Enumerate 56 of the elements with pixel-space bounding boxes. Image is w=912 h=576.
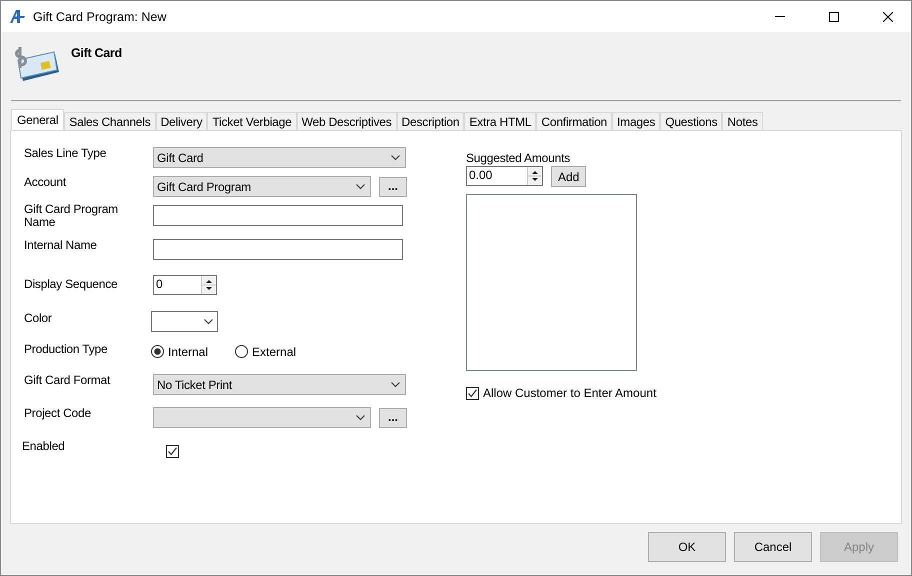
field-label: Gift Card Format bbox=[24, 374, 112, 389]
tab[interactable]: Confirmation bbox=[536, 112, 612, 130]
close-icon bbox=[883, 12, 893, 22]
field-label: Gift Card Program Name bbox=[24, 203, 119, 231]
radio-button[interactable] bbox=[151, 345, 164, 358]
tab[interactable]: Images bbox=[612, 112, 660, 130]
chevron-down-icon bbox=[391, 154, 400, 160]
dropdown[interactable]: Gift Card Program bbox=[153, 176, 371, 197]
tab[interactable]: Questions bbox=[660, 112, 722, 130]
tab[interactable]: General bbox=[11, 109, 64, 130]
tab[interactable]: Web Descriptives bbox=[296, 112, 397, 130]
radio-button[interactable] bbox=[235, 345, 248, 358]
field-label: Color bbox=[24, 312, 53, 327]
spinner-arrows-icon[interactable] bbox=[527, 167, 542, 185]
window-title: Gift Card Program: New bbox=[33, 10, 168, 24]
field-label: Sales Line Type bbox=[24, 147, 108, 162]
browse-button[interactable]: ... bbox=[379, 408, 407, 428]
number-field[interactable]: 0 bbox=[153, 274, 217, 294]
field-label: Account bbox=[24, 176, 68, 191]
chevron-down-icon bbox=[204, 318, 213, 324]
tab[interactable]: Ticket Verbiage bbox=[207, 112, 297, 130]
dialog-button[interactable]: Cancel bbox=[734, 532, 812, 562]
app-logo-icon bbox=[10, 10, 25, 23]
maximize-icon bbox=[829, 12, 839, 22]
browse-button[interactable]: ... bbox=[379, 176, 407, 196]
field-label: Display Sequence bbox=[24, 278, 119, 293]
field-label: Suggested Amounts bbox=[466, 151, 572, 165]
dialog-button[interactable]: OK bbox=[648, 532, 726, 562]
chevron-down-icon bbox=[356, 184, 365, 190]
tab[interactable]: Extra HTML bbox=[464, 112, 536, 130]
dropdown[interactable]: No Ticket Print bbox=[153, 374, 406, 395]
checkbox[interactable] bbox=[466, 386, 479, 400]
color-dropdown[interactable] bbox=[151, 311, 218, 332]
chevron-down-icon bbox=[391, 382, 400, 388]
radio-label[interactable]: External bbox=[252, 344, 296, 358]
radio-label[interactable]: Internal bbox=[168, 344, 208, 358]
add-button[interactable]: Add bbox=[551, 166, 586, 187]
checkbox[interactable] bbox=[166, 445, 179, 458]
tab[interactable]: Sales Channels bbox=[64, 112, 156, 130]
minimize-icon bbox=[775, 16, 785, 17]
text-field[interactable] bbox=[153, 205, 403, 226]
checkbox-label[interactable]: Allow Customer to Enter Amount bbox=[483, 386, 656, 400]
field-label: Production Type bbox=[24, 343, 109, 358]
tab[interactable]: Delivery bbox=[156, 112, 208, 130]
amounts-list[interactable] bbox=[466, 194, 637, 371]
amount-field[interactable]: 0.00 bbox=[466, 166, 543, 186]
dropdown[interactable]: Gift Card bbox=[153, 147, 406, 168]
spinner-arrows-icon[interactable] bbox=[201, 276, 216, 294]
tab[interactable]: Description bbox=[396, 112, 464, 130]
field-label: Enabled bbox=[22, 440, 66, 455]
field-label: Project Code bbox=[24, 407, 92, 422]
chevron-down-icon bbox=[356, 414, 365, 420]
tab[interactable]: Notes bbox=[722, 112, 763, 130]
field-label: Internal Name bbox=[24, 239, 98, 254]
header-title: Gift Card bbox=[71, 46, 122, 60]
text-field[interactable] bbox=[153, 239, 403, 260]
